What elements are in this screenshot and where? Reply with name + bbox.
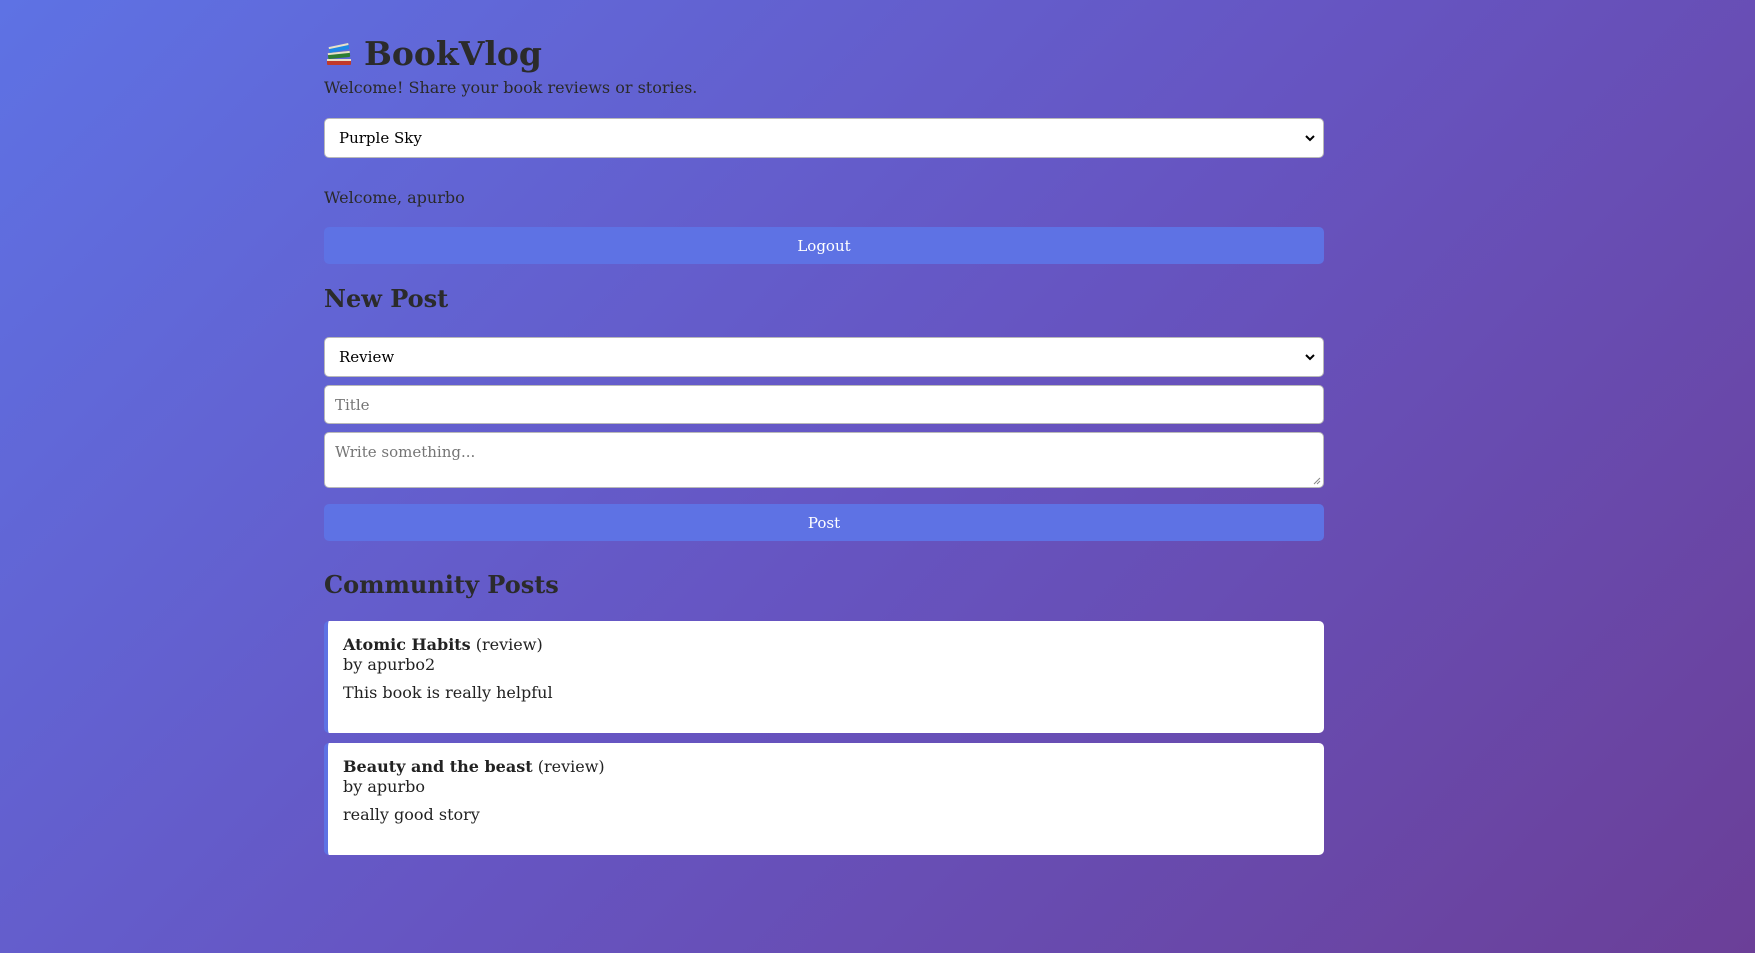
post-type-select[interactable]: Review — [324, 337, 1324, 377]
logout-button[interactable]: Logout — [324, 227, 1324, 264]
post-title: Atomic Habits — [343, 635, 471, 654]
post-card: Beauty and the beast (review) by apurbo … — [324, 743, 1324, 855]
post-type-select-value: Review — [339, 348, 395, 366]
post-button[interactable]: Post — [324, 504, 1324, 541]
post-card: Atomic Habits (review) by apurbo2 This b… — [324, 621, 1324, 733]
post-body-placeholder: Write something... — [335, 443, 476, 461]
post-title: Beauty and the beast — [343, 757, 533, 776]
new-post-heading: New Post — [324, 284, 449, 313]
post-list: Atomic Habits (review) by apurbo2 This b… — [324, 621, 1324, 855]
post-title-line: Beauty and the beast (review) — [343, 757, 1309, 777]
tagline: Welcome! Share your book reviews or stor… — [324, 78, 698, 97]
main-container: BookVlog Welcome! Share your book review… — [324, 0, 1324, 865]
post-type: (review) — [475, 635, 543, 654]
post-body: This book is really helpful — [343, 683, 553, 702]
chevron-down-icon — [1305, 354, 1315, 361]
books-icon — [324, 39, 354, 69]
community-posts-heading: Community Posts — [324, 570, 559, 599]
theme-select[interactable]: Purple Sky — [324, 118, 1324, 158]
welcome-user-text: Welcome, apurbo — [324, 188, 465, 207]
post-body-textarea[interactable]: Write something... — [324, 432, 1324, 488]
post-title-line: Atomic Habits (review) — [343, 635, 1309, 655]
post-author: by apurbo2 — [343, 655, 436, 674]
title-input-placeholder: Title — [335, 396, 370, 414]
resize-grip-icon[interactable] — [1313, 477, 1321, 485]
chevron-down-icon — [1305, 135, 1315, 142]
post-type: (review) — [537, 757, 605, 776]
post-author: by apurbo — [343, 777, 425, 796]
app-title: BookVlog — [364, 34, 543, 73]
app-header: BookVlog — [324, 34, 1324, 74]
theme-select-value: Purple Sky — [339, 129, 422, 147]
post-body: really good story — [343, 805, 480, 824]
title-input[interactable]: Title — [324, 385, 1324, 424]
